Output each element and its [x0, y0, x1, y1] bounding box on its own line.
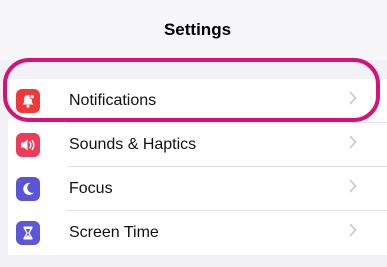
settings-row-label: Notifications	[69, 92, 157, 109]
settings-row-screen-time[interactable]: Screen Time	[8, 211, 387, 255]
settings-group: Notifications Sounds & Haptics Focus Scr…	[8, 79, 387, 255]
navigation-bar: Settings	[0, 0, 387, 60]
chevron-right-icon	[349, 91, 357, 105]
settings-row-notifications[interactable]: Notifications	[8, 79, 387, 123]
hourglass-icon	[16, 221, 40, 245]
bell-icon	[16, 89, 40, 113]
settings-row-sounds-haptics[interactable]: Sounds & Haptics	[8, 123, 387, 167]
moon-icon	[16, 177, 40, 201]
chevron-right-icon	[349, 223, 357, 237]
chevron-right-icon	[349, 179, 357, 193]
settings-row-focus[interactable]: Focus	[8, 167, 387, 211]
speaker-icon	[16, 133, 40, 157]
settings-row-label: Screen Time	[69, 224, 159, 241]
page-title: Settings	[163, 20, 232, 39]
settings-row-label: Sounds & Haptics	[69, 136, 197, 153]
settings-row-label: Focus	[69, 180, 113, 197]
chevron-right-icon	[349, 135, 357, 149]
